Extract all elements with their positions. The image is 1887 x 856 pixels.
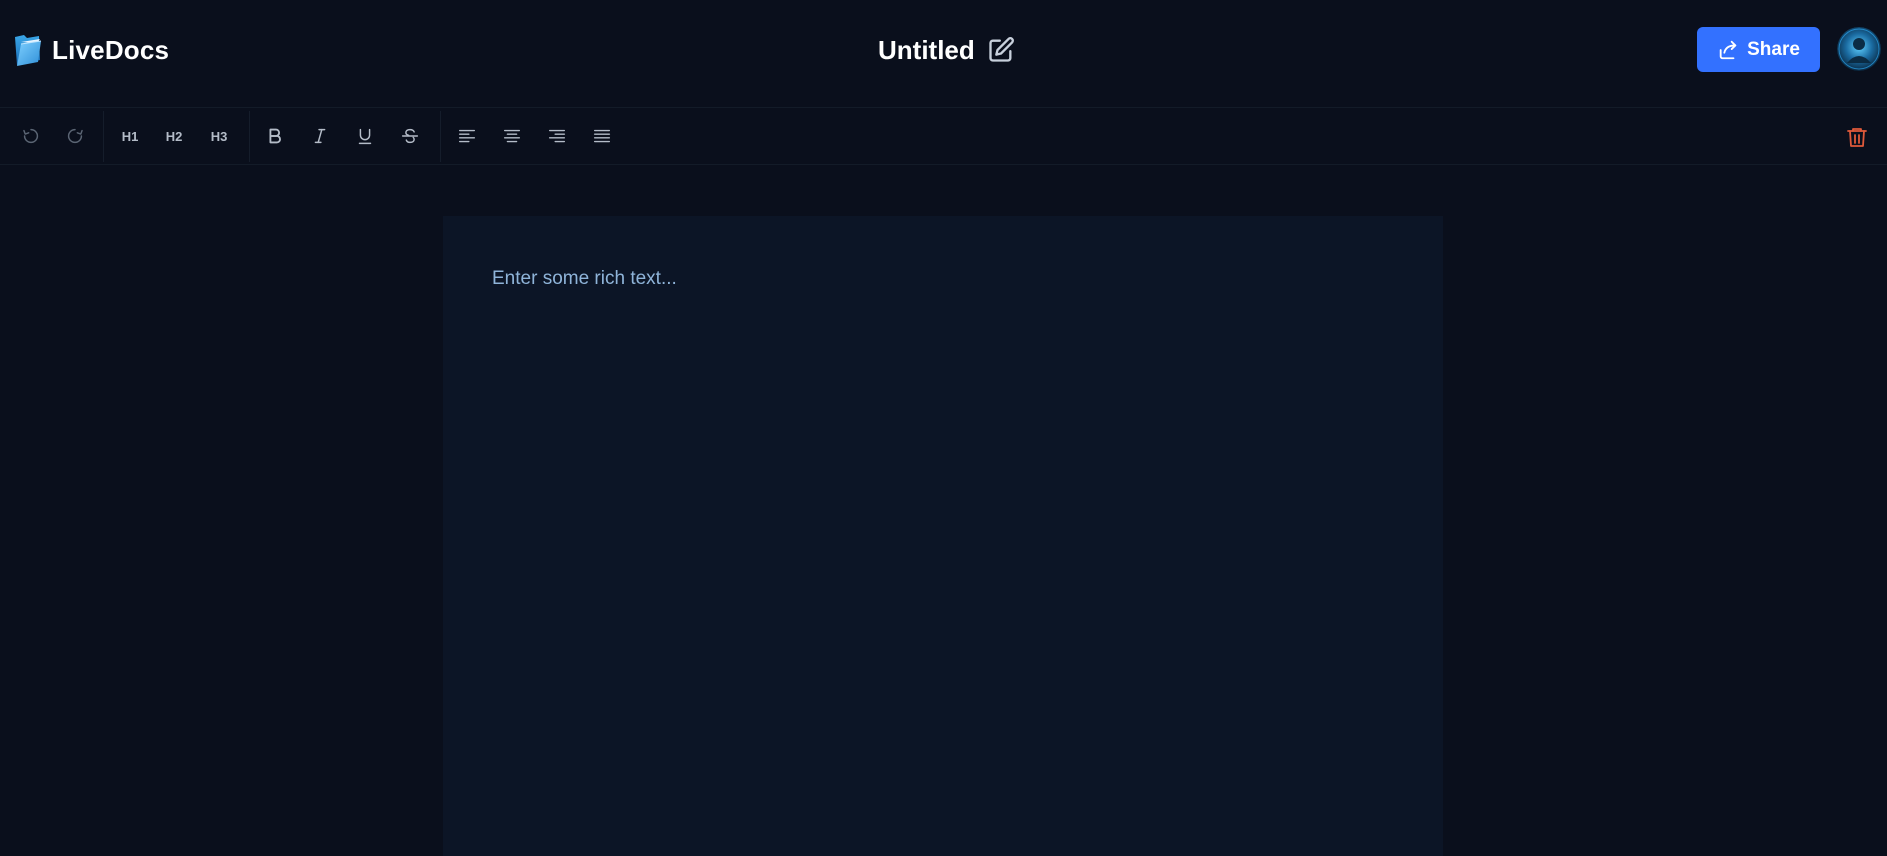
undo-button[interactable] [12,117,50,155]
top-header: LiveDocs Untitled Share [0,0,1887,108]
edit-icon[interactable] [987,36,1015,64]
folder-logo-icon [15,35,42,66]
brand-name: LiveDocs [52,34,170,65]
heading-3-label: H3 [210,128,228,144]
editor-placeholder[interactable]: Enter some rich text... [492,263,1392,295]
heading-1-label: H1 [121,128,139,144]
formatting-toolbar: H1 H2 H3 [0,108,1887,165]
redo-button[interactable] [56,117,94,155]
toolbar-divider [440,111,441,162]
heading-1-button[interactable]: H1 [111,117,149,155]
align-right-icon [548,129,566,143]
document-title-area: Untitled [878,31,1015,69]
avatar-image [1837,27,1881,71]
heading-3-button[interactable]: H3 [200,117,238,155]
trash-icon [1847,128,1867,147]
heading-2-label: H2 [165,128,183,144]
align-right-button[interactable] [538,117,576,155]
align-center-icon [503,129,521,143]
align-left-button[interactable] [448,117,486,155]
toolbar-divider [249,111,250,162]
app-root: LiveDocs Untitled Share H1 H2 H3 Enter s… [0,0,1887,856]
bold-button[interactable] [256,117,294,155]
italic-icon [314,128,326,144]
avatar[interactable] [1837,27,1881,71]
underline-icon [358,128,372,145]
delete-document-button[interactable] [1838,121,1876,153]
underline-button[interactable] [346,117,384,155]
bold-icon [269,128,281,144]
strikethrough-icon [401,128,419,144]
redo-icon [67,128,83,144]
align-justify-icon [593,129,611,143]
document-title[interactable]: Untitled [878,35,975,66]
editor-page[interactable]: Enter some rich text... [443,216,1443,856]
heading-2-button[interactable]: H2 [155,117,193,155]
share-icon [1719,40,1737,59]
share-button[interactable]: Share [1697,27,1820,72]
align-left-icon [458,129,476,143]
brand[interactable]: LiveDocs [12,31,169,69]
undo-icon [23,128,39,144]
italic-button[interactable] [301,117,339,155]
align-justify-button[interactable] [583,117,621,155]
toolbar-divider [103,111,104,162]
strikethrough-button[interactable] [391,117,429,155]
share-label: Share [1747,38,1800,60]
align-center-button[interactable] [493,117,531,155]
